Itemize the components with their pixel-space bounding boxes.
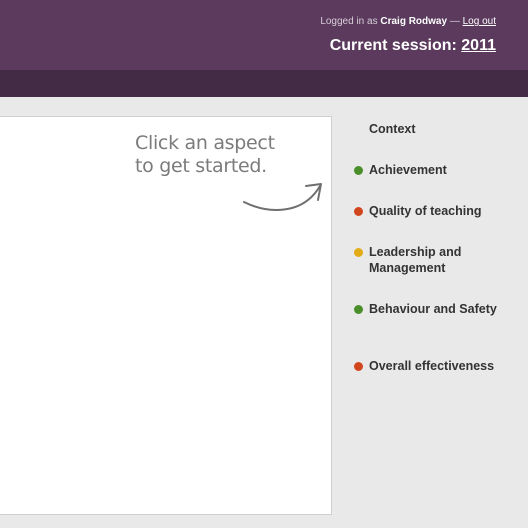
aspect-label: Context bbox=[369, 122, 416, 136]
curved-arrow-icon bbox=[243, 183, 322, 211]
logout-link[interactable]: Log out bbox=[463, 16, 496, 27]
hint-line-1: Click an aspect bbox=[135, 132, 275, 154]
aspect-item-leadership-and-management[interactable]: Leadership and Management bbox=[352, 244, 522, 276]
status-dot-icon bbox=[354, 305, 363, 314]
top-header: Logged in as Craig Rodway — Log out Curr… bbox=[0, 0, 528, 70]
session-label: Current session: bbox=[329, 37, 457, 54]
header-band bbox=[0, 70, 528, 97]
status-dot-icon bbox=[354, 248, 363, 257]
aspect-item-achievement[interactable]: Achievement bbox=[352, 162, 522, 178]
aspect-item-overall-effectiveness[interactable]: Overall effectiveness bbox=[352, 358, 522, 374]
hint-line-2: to get started. bbox=[135, 155, 267, 177]
current-session: Current session: 2011 bbox=[330, 37, 496, 55]
login-status: Logged in as Craig Rodway — Log out bbox=[320, 16, 496, 27]
aspect-label: Leadership and Management bbox=[369, 245, 462, 275]
aspect-item-quality-of-teaching[interactable]: Quality of teaching bbox=[352, 203, 522, 219]
session-year-link[interactable]: 2011 bbox=[461, 37, 496, 54]
aspect-item-behaviour-and-safety[interactable]: Behaviour and Safety bbox=[352, 301, 522, 317]
aspect-label: Overall effectiveness bbox=[369, 359, 495, 373]
login-separator: — bbox=[449, 16, 460, 27]
aspect-label: Behaviour and Safety bbox=[369, 302, 497, 316]
status-dot-icon bbox=[354, 207, 363, 216]
login-prefix: Logged in as bbox=[320, 16, 378, 27]
aspect-item-context[interactable]: Context bbox=[352, 121, 522, 137]
aspect-label: Quality of teaching bbox=[369, 204, 482, 218]
status-dot-icon bbox=[354, 166, 363, 175]
user-name: Craig Rodway bbox=[380, 16, 448, 27]
aspect-label: Achievement bbox=[369, 163, 447, 177]
get-started-hint: Click an aspect to get started. bbox=[135, 132, 275, 178]
status-dot-icon bbox=[354, 362, 363, 371]
